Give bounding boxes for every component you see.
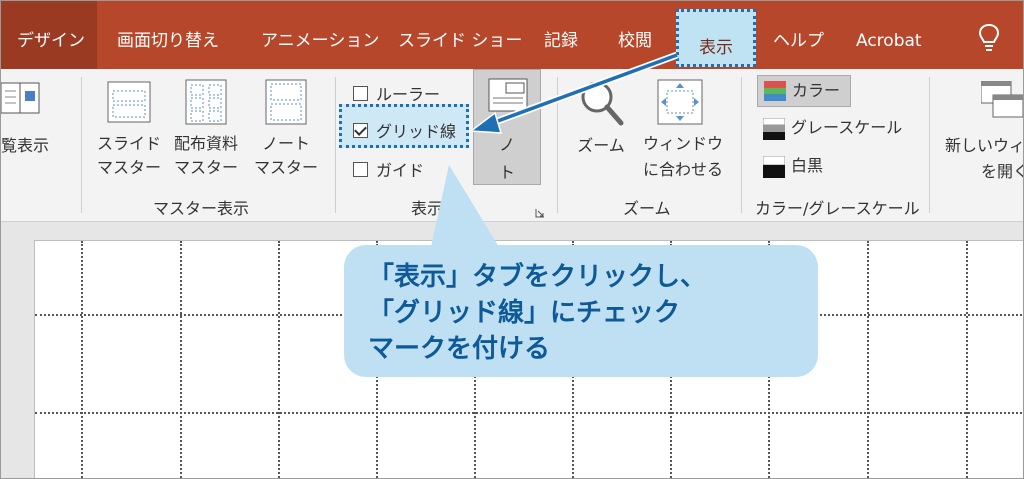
powerpoint-window: デザイン 画面切り替え アニメーション スライド ショー 記録 校閲 表示 ヘル… bbox=[0, 0, 1024, 479]
pointer-arrow bbox=[468, 51, 679, 134]
